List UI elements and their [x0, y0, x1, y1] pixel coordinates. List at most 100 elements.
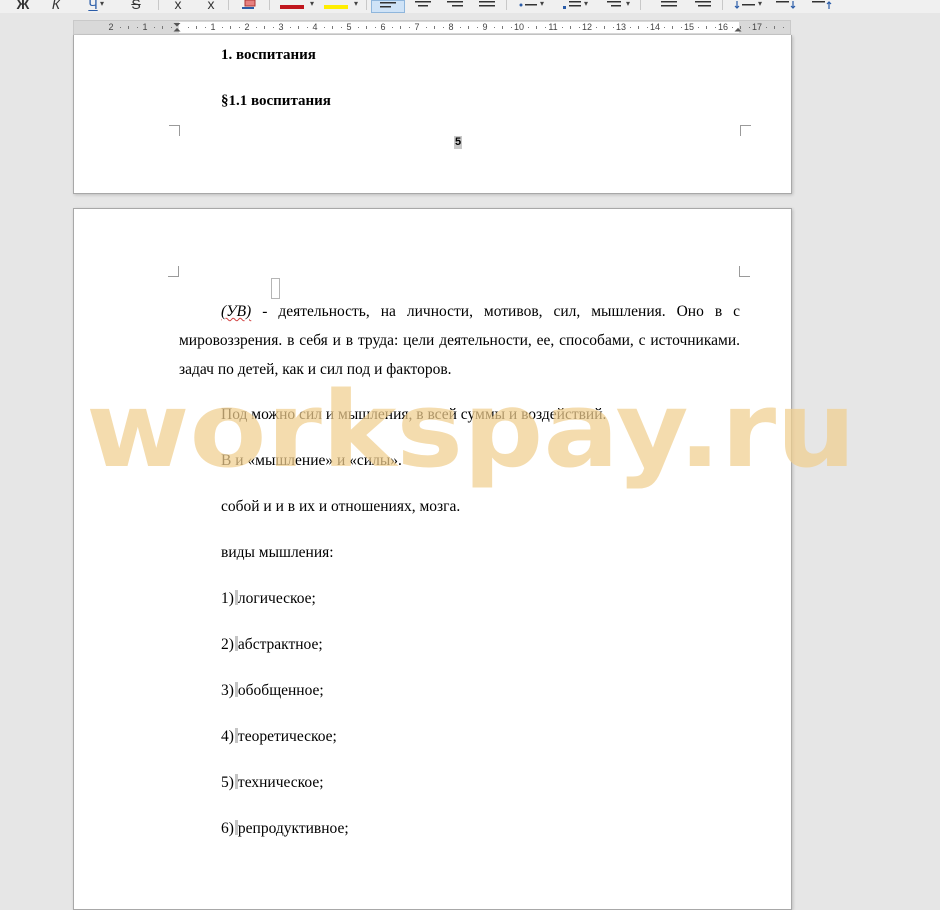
margin-corner-mark	[169, 125, 180, 136]
ruler-dot	[697, 27, 699, 28]
ruler-dot	[119, 27, 121, 28]
subscript-icon: x	[207, 0, 215, 12]
ruler-dot	[442, 27, 444, 28]
ruler-dot	[221, 27, 223, 28]
bullet-list-icon	[519, 3, 537, 7]
bullet-list-button[interactable]: ▾	[512, 0, 544, 13]
justify-button[interactable]	[474, 0, 500, 13]
ruler-tick	[706, 26, 707, 29]
ruler-dot	[136, 27, 138, 28]
ruler-number: 4	[312, 22, 318, 32]
paragraph[interactable]: В и «мышление» и «силы».	[221, 451, 402, 471]
paragraph[interactable]: (УВ) - деятельность, на личности, мотиво…	[179, 297, 740, 384]
space-below-button[interactable]	[772, 0, 800, 13]
superscript-button[interactable]: x	[170, 0, 186, 13]
ruler-tick	[774, 26, 775, 29]
toolbar-separator	[158, 0, 159, 10]
ruler-dot	[527, 27, 529, 28]
ruler-dot	[544, 27, 546, 28]
strikethrough-button[interactable]: S	[129, 0, 143, 13]
header-field-marker	[271, 278, 280, 299]
paragraph[interactable]: собой и и в их и отношениях, мозга.	[221, 497, 460, 517]
ruler-dot	[595, 27, 597, 28]
ruler-dot	[663, 27, 665, 28]
list-item[interactable]: 3) обобщенное;	[221, 681, 324, 701]
ruler-number: 10	[513, 22, 525, 32]
paragraph[interactable]: виды мышления:	[221, 543, 334, 563]
page-2: (УВ) - деятельность, на личности, мотиво…	[73, 208, 792, 910]
ruler-dot	[187, 27, 189, 28]
ruler-number: 6	[380, 22, 386, 32]
heading-chapter[interactable]: 1. воспитания	[221, 47, 316, 64]
ruler-number: 17	[751, 22, 763, 32]
ruler-dot	[510, 27, 512, 28]
clear-formatting-button[interactable]	[238, 0, 262, 13]
font-color-button[interactable]: ▾	[278, 0, 314, 13]
outline-list-button[interactable]: ▾	[600, 0, 630, 13]
ruler-tick	[400, 26, 401, 29]
line-spacing-icon	[734, 1, 755, 9]
align-center-button[interactable]	[410, 0, 436, 13]
chevron-down-icon[interactable]: ▾	[100, 0, 104, 8]
list-number: 3)	[221, 682, 234, 699]
align-right-icon	[447, 1, 463, 7]
ruler-dot	[731, 27, 733, 28]
ruler-number: 13	[615, 22, 627, 32]
chevron-down-icon[interactable]: ▾	[540, 0, 544, 8]
toolbar-separator	[640, 0, 641, 10]
line-spacing-button[interactable]: ▾	[728, 0, 762, 13]
paragraph-text: - деятельность, на личности, мотивов, си…	[179, 303, 740, 378]
ruler-tick	[366, 26, 367, 29]
list-number: 4)	[221, 728, 234, 745]
ruler-number: 2	[108, 22, 114, 32]
ruler-tick	[502, 26, 503, 29]
ruler-dot	[357, 27, 359, 28]
superscript-icon: x	[174, 0, 182, 12]
align-center-icon	[415, 1, 431, 7]
chevron-down-icon[interactable]: ▾	[626, 0, 630, 8]
numbered-list-button[interactable]: ▾	[556, 0, 588, 13]
align-left-icon	[380, 2, 396, 8]
ruler-dot	[255, 27, 257, 28]
list-item[interactable]: 6) репродуктивное;	[221, 819, 349, 839]
ruler-dot	[340, 27, 342, 28]
list-item[interactable]: 2) абстрактное;	[221, 635, 323, 655]
space-above-icon	[812, 1, 832, 9]
ruler-number: 15	[683, 22, 695, 32]
ruler-tick	[196, 26, 197, 29]
outline-list-icon	[607, 1, 621, 7]
space-above-button[interactable]	[808, 0, 836, 13]
ruler-dot	[612, 27, 614, 28]
ruler-dot	[748, 27, 750, 28]
list-number: 1)	[221, 590, 234, 607]
underline-button[interactable]: Ч ▾	[82, 0, 104, 13]
highlight-button[interactable]: ▾	[322, 0, 358, 13]
list-number: 6)	[221, 820, 234, 837]
ruler-tick	[536, 26, 537, 29]
list-item[interactable]: 4) теоретическое;	[221, 727, 337, 747]
ruler-dot	[323, 27, 325, 28]
align-right-button[interactable]	[442, 0, 468, 13]
align-left-button[interactable]	[371, 0, 405, 13]
font-color-swatch	[280, 5, 304, 9]
heading-section[interactable]: §1.1 воспитания	[221, 93, 331, 110]
chevron-down-icon[interactable]: ▾	[354, 0, 358, 8]
bold-button[interactable]: Ж	[14, 0, 32, 13]
paragraph[interactable]: Под можно сил и мышления, в всей суммы и…	[221, 405, 606, 425]
subscript-button[interactable]: x	[202, 0, 220, 13]
list-item[interactable]: 5) техническое;	[221, 773, 324, 793]
ruler-number: 5	[346, 22, 352, 32]
chevron-down-icon[interactable]: ▾	[310, 0, 314, 8]
increase-indent-button[interactable]	[690, 0, 716, 13]
list-item[interactable]: 1) логическое;	[221, 589, 316, 609]
decrease-indent-button[interactable]	[656, 0, 682, 13]
chevron-down-icon[interactable]: ▾	[584, 0, 588, 8]
list-text: обобщенное;	[237, 682, 324, 699]
margin-corner-mark	[740, 125, 751, 136]
margin-corner-mark	[739, 266, 750, 277]
horizontal-ruler[interactable]: ⏷ ⏶ ⏶ 2 1 1 2 3 4 5 6 7 8 9 10 11 12 13 14 15 16 17	[73, 20, 791, 36]
italic-button[interactable]: К	[48, 0, 64, 13]
ruler-tick	[468, 26, 469, 29]
underline-icon: Ч	[88, 0, 98, 12]
chevron-down-icon[interactable]: ▾	[758, 0, 762, 8]
